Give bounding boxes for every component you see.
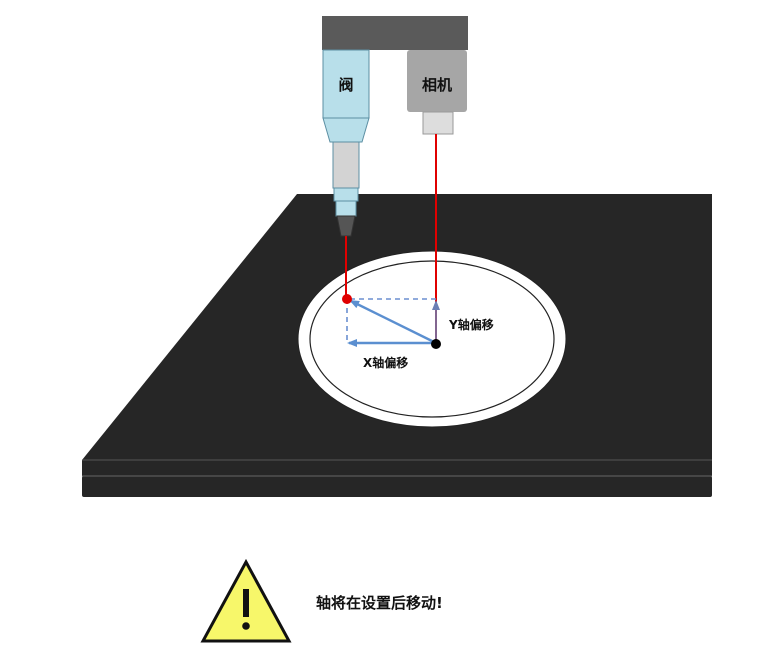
- warning-triangle-icon: [200, 558, 292, 643]
- wafer: [297, 250, 567, 428]
- valve-target-point: [342, 294, 352, 304]
- x-offset-label: X轴偏移: [363, 355, 408, 370]
- y-offset-label: Y轴偏移: [448, 317, 494, 332]
- camera: 相机: [407, 50, 467, 135]
- calibration-diagram: 阀 相机 Y轴偏移 X轴偏移: [82, 16, 712, 643]
- camera-center-point: [431, 339, 441, 349]
- camera-label: 相机: [422, 76, 452, 94]
- gantry-bar: [322, 16, 468, 50]
- valve-label: 阀: [338, 76, 353, 94]
- warning-message: 轴将在设置后移动!: [316, 594, 443, 612]
